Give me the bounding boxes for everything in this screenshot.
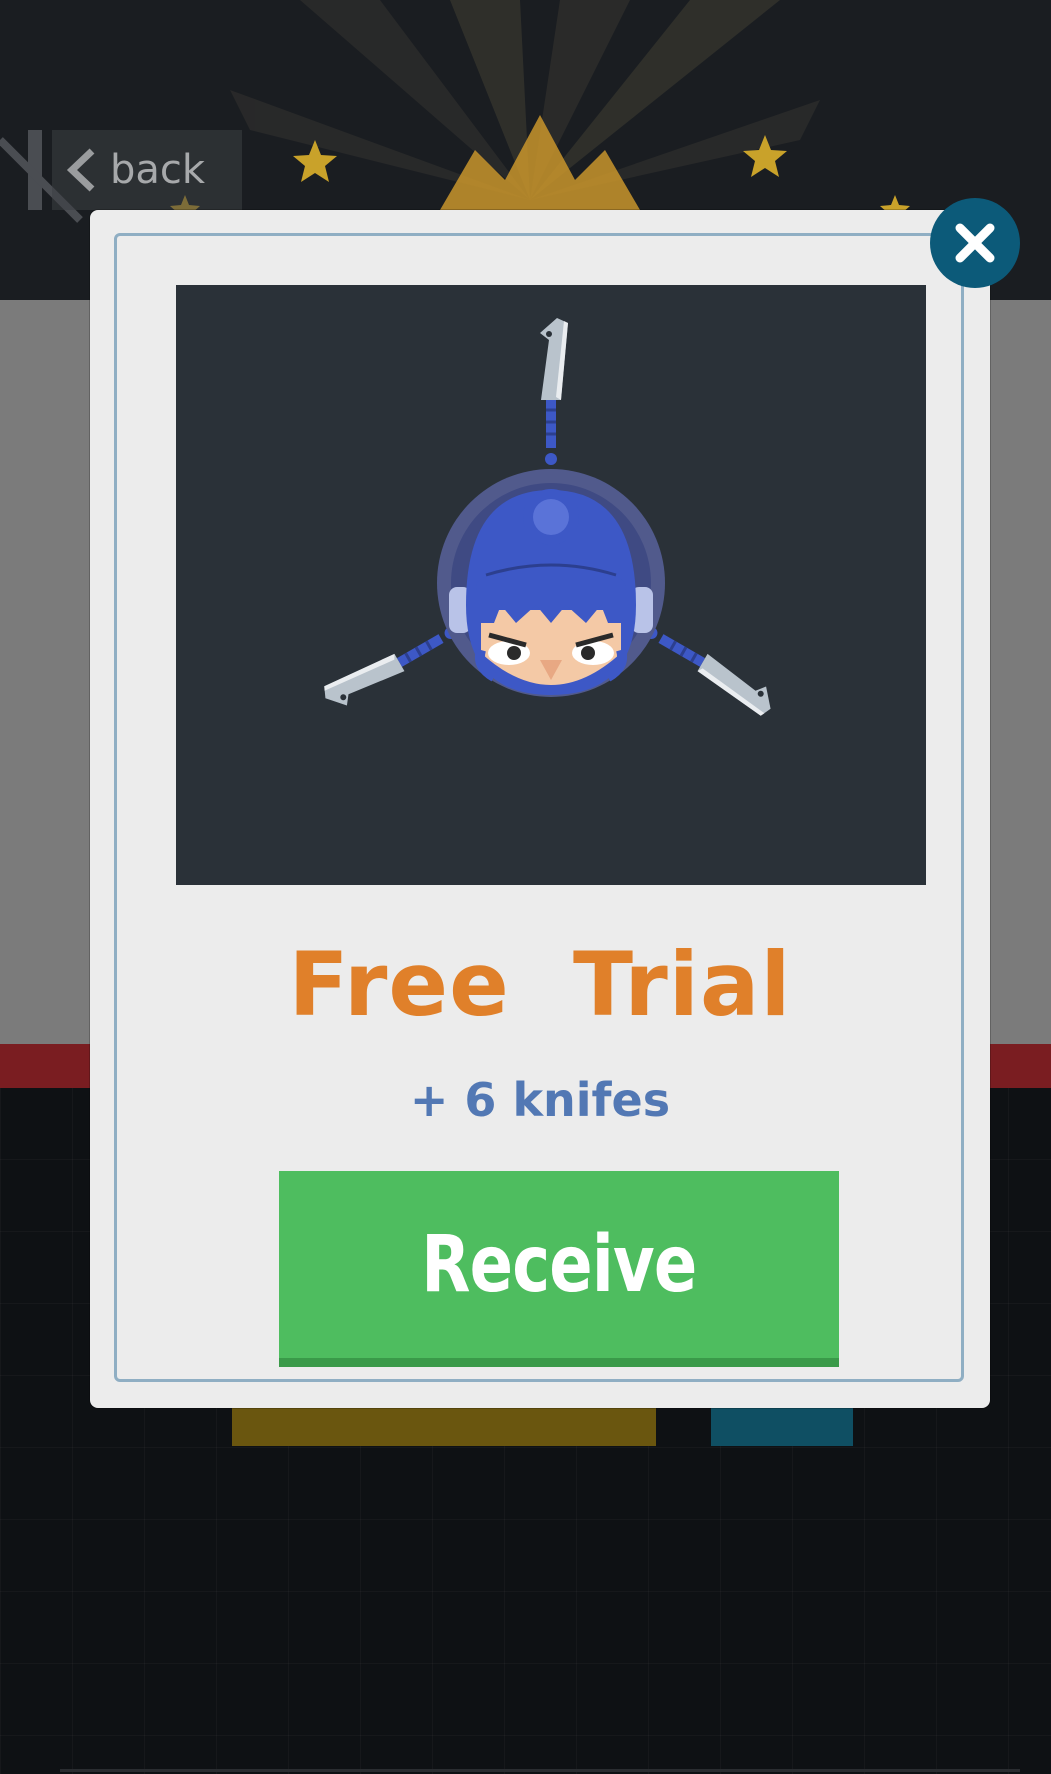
ninja-head (437, 469, 665, 697)
game-screen: back Free Trial + 6 knifes Receive (0, 0, 1051, 1774)
receive-label: Receive (421, 1219, 697, 1310)
close-icon (955, 223, 995, 263)
back-button[interactable]: back (52, 130, 242, 210)
yellow-bar (232, 1408, 656, 1446)
free-trial-dialog: Free Trial + 6 knifes Receive (90, 210, 990, 1408)
ninja-character (324, 318, 771, 716)
knife-left (324, 627, 457, 706)
chevron-left-icon (66, 148, 95, 192)
bottom-divider (60, 1769, 1020, 1772)
close-button[interactable] (930, 198, 1020, 288)
dialog-title: Free Trial (288, 933, 792, 1036)
back-label: back (110, 147, 206, 193)
knife-top (540, 318, 568, 465)
receive-button[interactable]: Receive (279, 1171, 839, 1367)
character-preview (176, 285, 926, 885)
blue-bar (711, 1408, 853, 1446)
reward-label: + 6 knifes (409, 1073, 671, 1127)
knife-right (645, 627, 771, 716)
